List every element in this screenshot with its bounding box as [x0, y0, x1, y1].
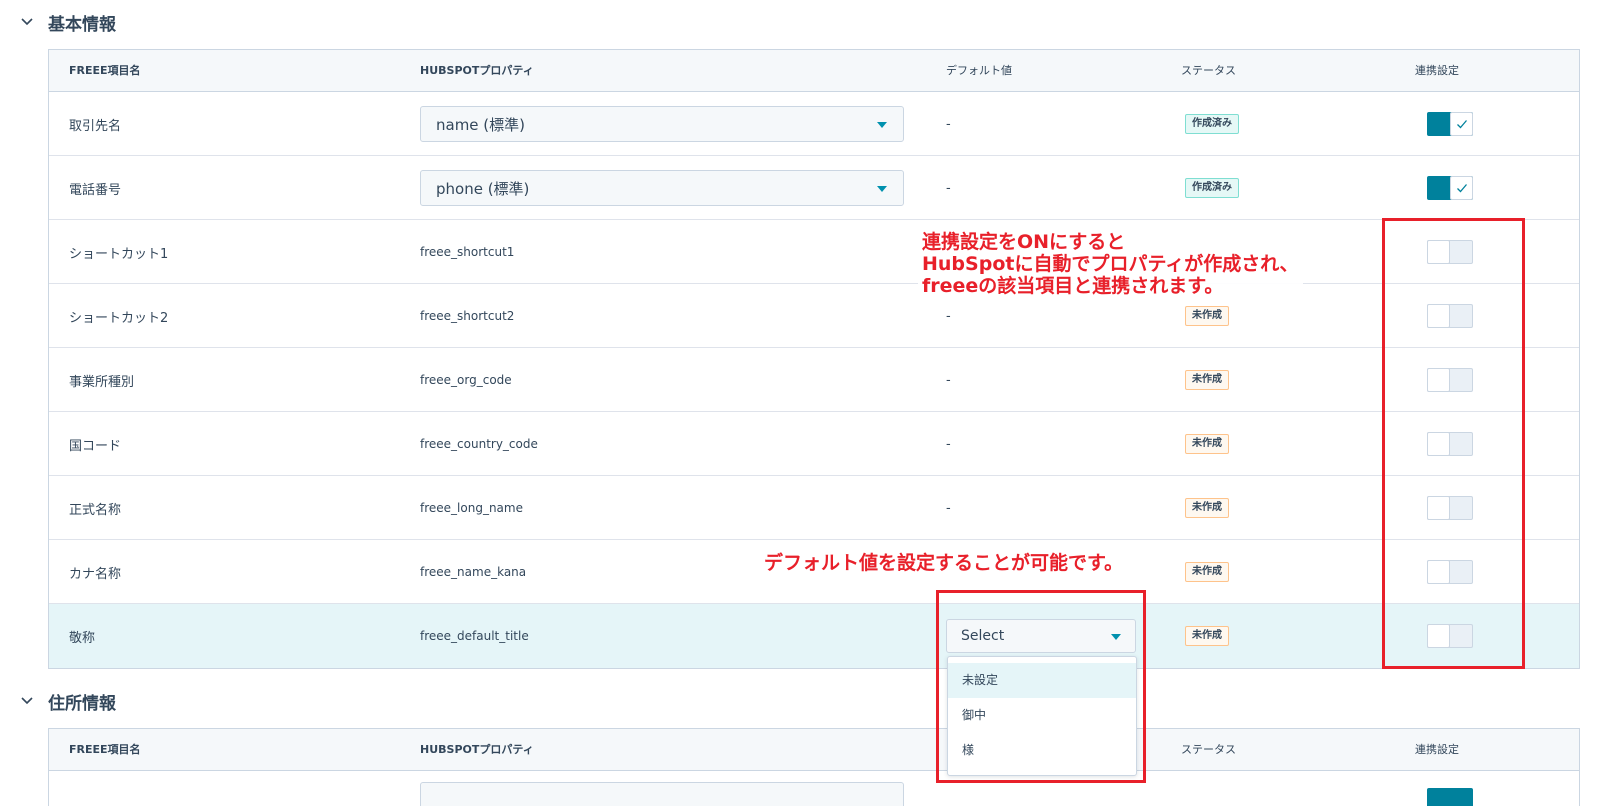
annotation-toggle-note: 連携設定をONにすると HubSpotに自動でプロパティが作成され、 freee…: [918, 229, 1303, 299]
default-value: -: [946, 436, 951, 452]
caret-down-icon: [877, 186, 887, 192]
hubspot-property-select[interactable]: [420, 782, 904, 806]
select-value: name (標準): [436, 115, 526, 134]
hubspot-property-name: freee_country_code: [420, 437, 538, 451]
hubspot-property-name: freee_long_name: [420, 501, 523, 515]
hubspot-property-name: freee_shortcut2: [420, 309, 515, 323]
header-freee-item: FREEE項目名: [69, 743, 141, 756]
section-header-basic[interactable]: 基本情報: [20, 10, 116, 35]
check-icon: [1457, 120, 1467, 129]
section-title: 住所情報: [48, 693, 116, 714]
freee-item-name: 敬称: [69, 630, 96, 646]
freee-item-name: 電話番号: [69, 182, 122, 198]
hubspot-property-name: freee_org_code: [420, 373, 512, 387]
sync-toggle[interactable]: [1427, 112, 1473, 136]
header-status: ステータス: [1181, 743, 1236, 756]
status-badge: 未作成: [1185, 626, 1229, 646]
hubspot-property-name: freee_shortcut1: [420, 245, 515, 259]
highlight-box-sync-toggles: [1382, 218, 1525, 669]
check-icon: [1457, 184, 1467, 193]
hubspot-property-select[interactable]: name (標準): [420, 106, 904, 142]
caret-down-icon: [877, 122, 887, 128]
table-header: FREEE項目名 HUBSPOTプロパティ ステータス 連携設定: [49, 729, 1579, 771]
status-badge: 作成済み: [1185, 114, 1239, 134]
freee-item-name: 取引先名: [69, 118, 122, 134]
hubspot-property-name: freee_default_title: [420, 629, 529, 643]
default-value: -: [946, 500, 951, 516]
freee-item-name: 国コード: [69, 438, 122, 454]
default-value: -: [946, 180, 951, 196]
table-row: 取引先名 name (標準) - 作成済み: [49, 92, 1579, 156]
header-hubspot-property: HUBSPOTプロパティ: [420, 743, 534, 756]
select-value: phone (標準): [436, 179, 530, 198]
status-badge: 未作成: [1185, 306, 1229, 326]
status-badge: 未作成: [1185, 498, 1229, 518]
status-badge: 作成済み: [1185, 178, 1239, 198]
freee-item-name: カナ名称: [69, 566, 122, 582]
freee-item-name: 事業所種別: [69, 374, 135, 390]
status-badge: 未作成: [1185, 434, 1229, 454]
table-row: ショートカット1 freee_shortcut1: [49, 220, 1579, 284]
table-row: 正式名称 freee_long_name - 未作成: [49, 476, 1579, 540]
chevron-down-icon: [21, 697, 33, 705]
sync-toggle[interactable]: [1427, 176, 1473, 200]
header-default-value: デフォルト値: [946, 64, 1012, 77]
hubspot-property-name: freee_name_kana: [420, 565, 527, 579]
freee-item-name: ショートカット1: [69, 246, 169, 262]
toggle-knob: [1450, 176, 1473, 200]
status-badge: 未作成: [1185, 370, 1229, 390]
table-row: 事業所種別 freee_org_code - 未作成: [49, 348, 1579, 412]
header-freee-item: FREEE項目名: [69, 64, 141, 77]
default-value: -: [946, 116, 951, 132]
default-value: -: [946, 372, 951, 388]
header-sync-setting: 連携設定: [1415, 743, 1459, 756]
header-status: ステータス: [1181, 64, 1236, 77]
freee-item-name: 正式名称: [69, 502, 122, 518]
header-hubspot-property: HUBSPOTプロパティ: [420, 64, 534, 77]
sync-toggle[interactable]: [1427, 788, 1473, 806]
toggle-knob: [1450, 112, 1473, 136]
table-row: 電話番号 phone (標準) - 作成済み: [49, 156, 1579, 220]
hubspot-property-select[interactable]: phone (標準): [420, 170, 904, 206]
table-row: ショートカット2 freee_shortcut2 - 未作成: [49, 284, 1579, 348]
annotation-default-note: デフォルト値を設定することが可能です。: [762, 552, 1126, 574]
mapping-table-address: FREEE項目名 HUBSPOTプロパティ ステータス 連携設定: [48, 728, 1580, 806]
status-badge: 未作成: [1185, 562, 1229, 582]
highlight-box-default-select: [936, 590, 1146, 783]
chevron-down-icon: [21, 18, 33, 26]
mapping-table-basic: FREEE項目名 HUBSPOTプロパティ デフォルト値 ステータス 連携設定 …: [48, 49, 1580, 669]
table-row: 敬称 freee_default_title Select 未作成: [49, 604, 1579, 668]
section-title: 基本情報: [48, 14, 116, 35]
table-row: 国コード freee_country_code - 未作成: [49, 412, 1579, 476]
table-header: FREEE項目名 HUBSPOTプロパティ デフォルト値 ステータス 連携設定: [49, 50, 1579, 92]
freee-item-name: ショートカット2: [69, 310, 169, 326]
header-sync-setting: 連携設定: [1415, 64, 1459, 77]
section-header-address[interactable]: 住所情報: [20, 689, 116, 714]
